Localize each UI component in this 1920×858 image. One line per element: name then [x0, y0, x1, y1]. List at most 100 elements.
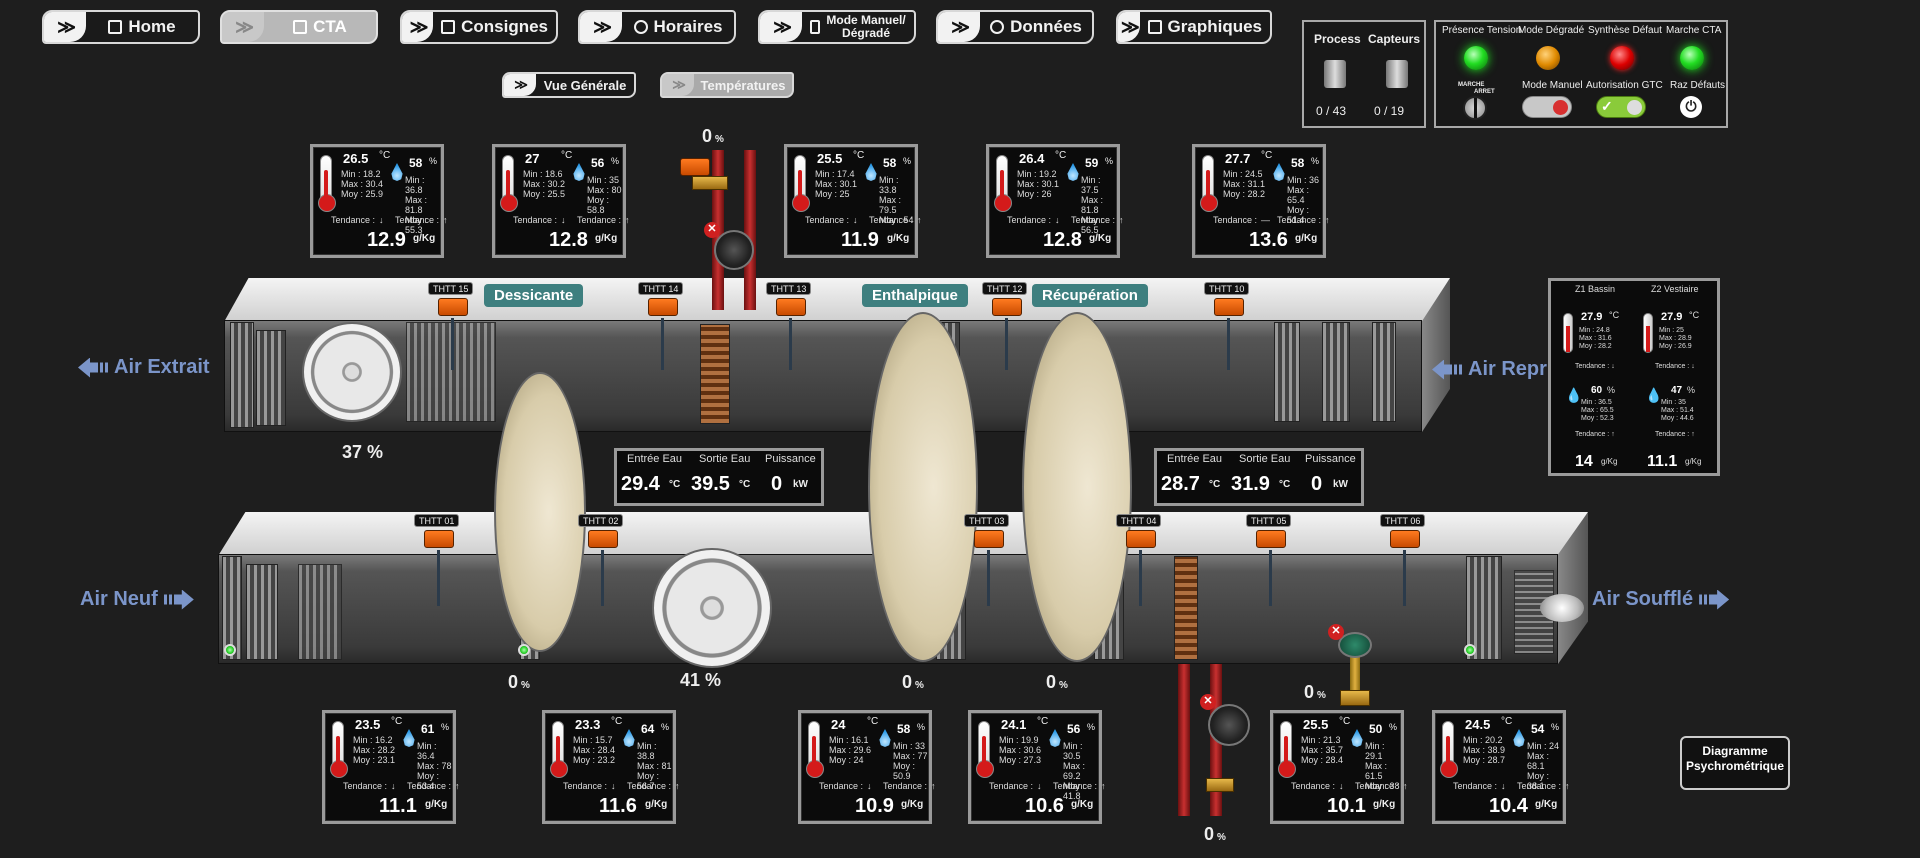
capteurs-icon[interactable]: [1386, 60, 1408, 88]
process-panel: Process Capteurs 0 / 43 0 / 19: [1302, 20, 1426, 128]
thermo-hygro-sensor-card[interactable]: 24.5 °C 54% 10.4 g/Kg Min : 20.2 Max : 38.9 Moy…: [1432, 710, 1570, 824]
thermo-hygro-sensor-card[interactable]: 25.5 °C 50% 10.1 g/Kg Min : 21.3 Max : 35.7 Moy…: [1270, 710, 1408, 824]
thermo-hygro-sensor-card[interactable]: 23.3 °C 64% 11.6 g/Kg Min : 15.7 Max : 28.4 Moy…: [542, 710, 680, 824]
valve-actuator-icon: [680, 158, 710, 176]
humidity-drop-icon: [1067, 163, 1079, 181]
temperature-stats: Min : 18.6 Max : 30.2 Moy : 25.5: [523, 169, 566, 199]
sensor-head-icon: [648, 298, 678, 316]
humidity-trend: Tendance : ↑: [1277, 215, 1330, 225]
temperature-stats: Min : 21.3 Max : 35.7 Moy : 28.4: [1301, 735, 1344, 765]
dessicante-label: Dessicante: [484, 284, 584, 307]
recovery-wheel-icon: [1022, 312, 1132, 662]
temperature-unit: °C: [853, 150, 865, 161]
thermo-hygro-sensor-card[interactable]: 24 °C 58% 10.9 g/Kg Min : 16.1 Max : 29.6 Moy :…: [798, 710, 936, 824]
thermo-hygro-sensor-card[interactable]: 23.5 °C 61% 11.1 g/Kg Min : 16.2 Max : 28.2 Moy…: [322, 710, 460, 824]
trend-arrow-icon: ↓: [1055, 215, 1060, 225]
marche-label: MARCHE: [1458, 82, 1485, 88]
sensor-tag[interactable]: THTT 05: [1246, 514, 1292, 527]
nav-mode-button[interactable]: ≫ Mode Manuel/ Dégradé: [758, 10, 916, 44]
presence-tension-label: Présence Tension: [1442, 25, 1522, 36]
sensor-tag[interactable]: THTT 06: [1380, 514, 1426, 527]
humidity-stats: Min : 30.5 Max : 69.2 Moy : 41.8: [1063, 741, 1086, 801]
humidity-unit: %: [661, 722, 670, 732]
humidity-unit: %: [611, 156, 620, 166]
absolute-humidity-value: 10.4: [1489, 795, 1528, 817]
nav-graphiques-button[interactable]: ≫ Graphiques: [1116, 10, 1272, 44]
temperature-stats: Min : 16.1 Max : 29.6 Moy : 24: [829, 735, 872, 765]
power-reset-icon[interactable]: ⏻: [1680, 96, 1702, 118]
sensor-tag[interactable]: THTT 01: [414, 514, 460, 527]
thermometer-icon: [1563, 313, 1573, 353]
sensor-tag[interactable]: THTT 14: [638, 282, 684, 295]
nav-consignes-button[interactable]: ≫ Consignes: [400, 10, 558, 44]
pump-icon: [1208, 704, 1250, 746]
zone1-abs-humidity: 14: [1575, 453, 1593, 470]
sensor-tag[interactable]: THTT 15: [428, 282, 474, 295]
chevron-double-icon: ≫: [44, 12, 86, 42]
psychrometric-diagram-button[interactable]: Diagramme Psychrométrique: [1680, 736, 1790, 790]
mode-manuel-toggle[interactable]: [1522, 96, 1572, 118]
sensor-head-icon: [424, 530, 454, 548]
subnav-temperatures-button[interactable]: ≫ Températures: [660, 72, 794, 98]
sensor-tag[interactable]: THTT 13: [766, 282, 812, 295]
puissance-value: 0: [771, 473, 783, 495]
thermometer-icon: [318, 155, 336, 212]
arrow-left-icon: [1432, 359, 1462, 380]
nav-donnees-button[interactable]: ≫ Données: [936, 10, 1094, 44]
temperature-value: 23.5: [355, 717, 381, 732]
nav-label: Données: [1010, 17, 1082, 36]
autorisation-gtc-toggle[interactable]: ✓: [1596, 96, 1646, 118]
thermometer-icon: [1278, 721, 1296, 778]
home-icon: [108, 20, 123, 34]
sensor-tag[interactable]: THTT 12: [982, 282, 1028, 295]
nav-horaires-button[interactable]: ≫ Horaires: [578, 10, 736, 44]
thermo-hygro-sensor-card[interactable]: 26.4 °C 59% 12.8 g/Kg Min : 19.2 Max : 30.1 Moy…: [986, 144, 1124, 258]
sensor-tag[interactable]: THTT 04: [1116, 514, 1162, 527]
autorisation-gtc-label: Autorisation GTC: [1586, 80, 1663, 91]
thermo-hygro-sensor-card[interactable]: 26.5 °C 58% 12.9 g/Kg Min : 18.2 Max : 30.4 Moy…: [310, 144, 448, 258]
marche-arret-switch[interactable]: MARCHE ARRET: [1458, 82, 1495, 122]
sensor-tag[interactable]: THTT 02: [578, 514, 624, 527]
subnav-label: Vue Générale: [543, 77, 627, 93]
sensor-head-icon: [1390, 530, 1420, 548]
enthalpique-label: Enthalpique: [862, 284, 968, 307]
thermo-hygro-sensor-card[interactable]: 25.5 °C 58% 11.9 g/Kg Min : 17.4 Max : 30.1 Moy…: [784, 144, 922, 258]
process-icon[interactable]: [1324, 60, 1346, 88]
nav-label: Horaires: [653, 17, 723, 36]
zones-panel: Z1 Bassin Z2 Vestiaire 27.9 °C 27.9 °C M…: [1548, 278, 1720, 476]
humidity-value: 56: [1067, 722, 1081, 736]
recuperation-label: Récupération: [1032, 284, 1148, 307]
thermo-hygro-sensor-card[interactable]: 24.1 °C 56% 10.6 g/Kg Min : 19.9 Max : 30.6 Moy…: [968, 710, 1106, 824]
sensor-tag[interactable]: THTT 10: [1204, 282, 1250, 295]
arrow-left-icon: [78, 357, 108, 378]
absolute-humidity-value: 13.6: [1249, 229, 1288, 251]
humidity-drop-icon: [865, 163, 877, 181]
nav-home-button[interactable]: ≫ Home: [42, 10, 200, 44]
humidity-value: 61: [421, 722, 435, 736]
temperature-value: 26.4: [1019, 151, 1045, 166]
thermo-hygro-sensor-card[interactable]: 27.7 °C 58% 13.6 g/Kg Min : 24.5 Max : 31.1 Moy…: [1192, 144, 1330, 258]
absolute-humidity-value: 11.1: [379, 795, 417, 817]
check-icon: ✓: [1601, 98, 1613, 114]
thermo-hygro-sensor-card[interactable]: 27 °C 56% 12.8 g/Kg Min : 18.6 Max : 30.2 Moy :…: [492, 144, 630, 258]
humidity-value: 58: [1291, 156, 1305, 170]
puissance-value: 0: [1311, 473, 1323, 495]
humidity-unit: %: [917, 722, 926, 732]
synthese-defaut-label: Synthèse Défaut: [1588, 25, 1662, 36]
sensor-head-icon: [438, 298, 468, 316]
valve-icon: [1206, 778, 1234, 792]
sensor-head-icon: [588, 530, 618, 548]
sensor-probe: [601, 550, 604, 606]
puissance-label: Puissance: [1305, 453, 1356, 465]
wheel2-percent: 0%: [902, 672, 924, 692]
temperature-unit: °C: [1037, 716, 1049, 727]
thermometer-icon: [500, 155, 518, 212]
absolute-humidity-value: 10.6: [1025, 795, 1064, 817]
water-panel-left: Entrée Eau Sortie Eau Puissance 29.4 °C …: [614, 448, 824, 506]
sensor-tag[interactable]: THTT 03: [964, 514, 1010, 527]
subnav-vue-generale-button[interactable]: ≫ Vue Générale: [502, 72, 636, 98]
trend-arrow-icon: ↑: [675, 781, 680, 791]
temperature-value: 24.1: [1001, 717, 1027, 732]
temperature-stats: Min : 20.2 Max : 38.9 Moy : 28.7: [1463, 735, 1506, 765]
nav-cta-button[interactable]: ≫ CTA: [220, 10, 378, 44]
